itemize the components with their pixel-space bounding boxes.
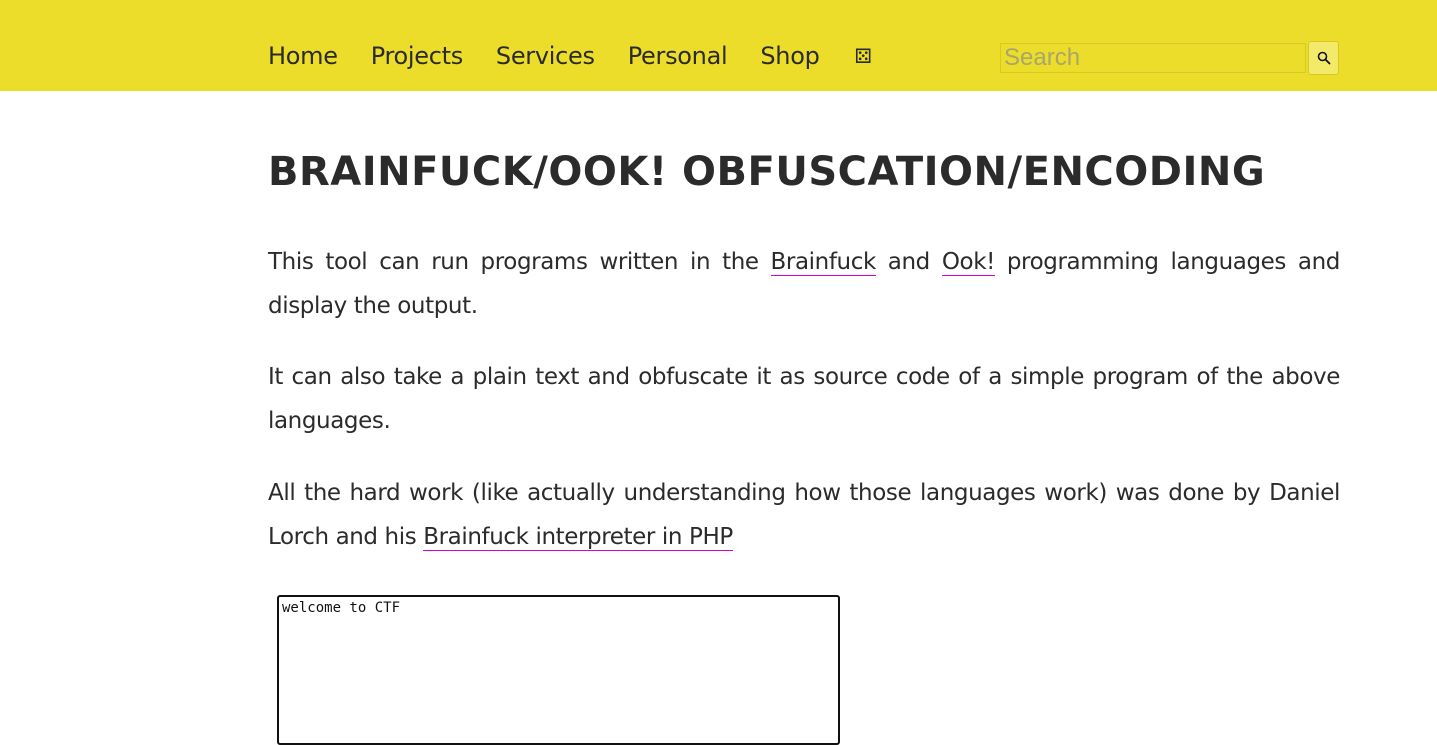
search-input[interactable] [1000, 43, 1306, 73]
main-nav: Home Projects Services Personal Shop ⚄ [268, 40, 905, 72]
magnifier-icon [1317, 51, 1330, 65]
source-textarea[interactable]: welcome to CTF [277, 595, 840, 745]
interpreter-link[interactable]: Brainfuck interpreter in PHP [423, 524, 733, 551]
ook-link[interactable]: Ook! [941, 249, 995, 276]
header-bar: Home Projects Services Personal Shop ⚄ [0, 0, 1437, 91]
brainfuck-link[interactable]: Brainfuck [770, 249, 876, 276]
main-content: Brainfuck/Ook! Obfuscation/Encoding This… [268, 140, 1340, 551]
intro-paragraph: This tool can run programs written in th… [268, 240, 1340, 328]
nav-home[interactable]: Home [268, 42, 338, 70]
page-title: Brainfuck/Ook! Obfuscation/Encoding [268, 149, 1266, 195]
search-form [1000, 41, 1339, 75]
intro-text-1: This tool can run programs written in th… [268, 249, 771, 275]
nav-personal[interactable]: Personal [628, 42, 728, 70]
nav-shop[interactable]: Shop [760, 42, 819, 70]
search-button[interactable] [1308, 41, 1339, 75]
obfuscate-paragraph: It can also take a plain text and obfusc… [268, 364, 1340, 434]
nav-projects[interactable]: Projects [371, 42, 464, 70]
intro-text-2: and [875, 249, 942, 275]
credits-paragraph: All the hard work (like actually underst… [268, 471, 1340, 559]
nav-services[interactable]: Services [496, 42, 595, 70]
dice-icon[interactable]: ⚄ [855, 44, 872, 68]
